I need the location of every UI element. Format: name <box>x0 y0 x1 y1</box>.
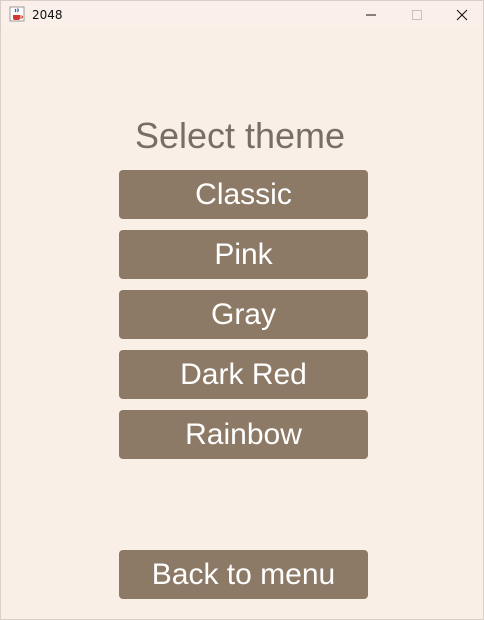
java-cup-icon <box>9 6 25 22</box>
theme-pink-button[interactable]: Pink <box>119 230 368 279</box>
theme-button-label: Gray <box>210 297 276 331</box>
minimize-icon <box>366 14 376 16</box>
theme-gray-button[interactable]: Gray <box>119 290 368 339</box>
theme-classic-button[interactable]: Classic <box>119 170 368 219</box>
theme-button-label: Dark Red <box>180 357 307 391</box>
maximize-icon <box>412 10 422 20</box>
maximize-button[interactable] <box>394 1 440 29</box>
theme-button-label: Rainbow <box>185 417 302 451</box>
theme-dark-red-button[interactable]: Dark Red <box>119 350 368 399</box>
title-bar[interactable]: 2048 <box>1 1 483 29</box>
window-title: 2048 <box>32 8 63 22</box>
back-button-label: Back to menu <box>151 557 336 591</box>
minimize-button[interactable] <box>348 1 394 29</box>
theme-rainbow-button[interactable]: Rainbow <box>119 410 368 459</box>
back-to-menu-button[interactable]: Back to menu <box>119 550 368 599</box>
page-title: Select theme <box>134 115 346 156</box>
close-button[interactable] <box>439 1 484 29</box>
close-icon <box>456 9 468 21</box>
app-window: 2048 Select theme Classic Pink Gray Dark… <box>0 0 484 620</box>
theme-button-label: Pink <box>214 237 273 271</box>
theme-button-label: Classic <box>195 177 292 211</box>
